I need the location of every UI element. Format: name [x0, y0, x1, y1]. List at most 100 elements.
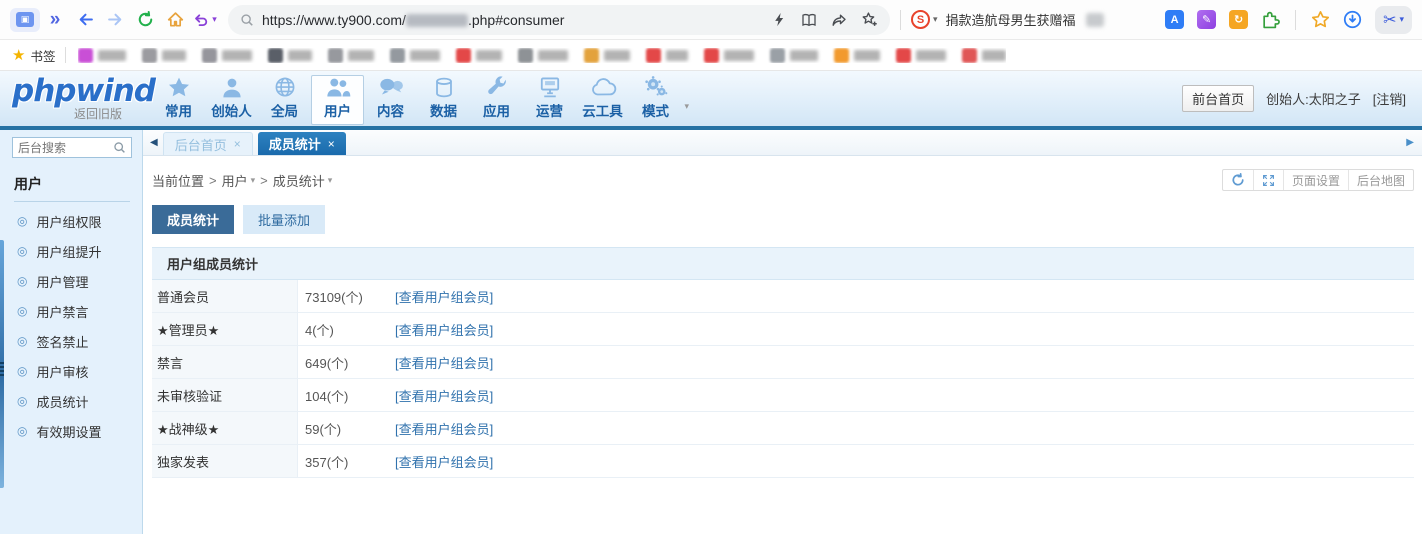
share-icon[interactable]	[831, 12, 847, 28]
folder-sync-extension-icon[interactable]: ↻	[1229, 10, 1248, 29]
admin-nav-item[interactable]: 数据	[417, 75, 470, 125]
forward-button[interactable]	[100, 5, 130, 35]
blurred-bookmark-label	[538, 50, 568, 61]
bookmark-item[interactable]	[202, 48, 252, 63]
tab-close-icon[interactable]: ×	[328, 137, 335, 151]
bookmark-item[interactable]	[770, 48, 818, 63]
bookmark-item[interactable]	[328, 48, 374, 63]
admin-nav-item[interactable]: 常用	[152, 75, 205, 125]
reader-mode-icon[interactable]	[801, 12, 817, 28]
bookmark-item[interactable]	[456, 48, 502, 63]
browser-side-panel-handle[interactable]	[0, 240, 4, 488]
bookmark-item[interactable]	[704, 48, 754, 63]
blurred-bookmark-label	[790, 50, 818, 61]
sidebar-menu-item[interactable]: ◎ 用户组权限	[0, 206, 142, 236]
grip-icon	[0, 362, 4, 378]
view-group-members-link[interactable]: [查看用户组会员]	[395, 379, 493, 411]
refresh-button[interactable]	[130, 5, 160, 35]
home-button[interactable]	[160, 5, 190, 35]
sidebar-menu-item[interactable]: ◎ 用户组提升	[0, 236, 142, 266]
tab-scroll-left-icon[interactable]: ◀	[150, 137, 158, 148]
bookmark-item[interactable]	[962, 48, 1006, 63]
quick-action-bolt-icon[interactable]	[772, 12, 787, 27]
view-group-members-link[interactable]: [查看用户组会员]	[395, 445, 493, 477]
blurred-bookmark-label	[604, 50, 630, 61]
downloads-icon[interactable]	[1343, 10, 1362, 29]
tab-label: 成员统计	[269, 134, 321, 153]
bookmark-item[interactable]	[142, 48, 186, 63]
undo-history-button[interactable]: ▾	[190, 5, 220, 35]
fullscreen-button[interactable]	[1253, 170, 1283, 190]
nav-label: 创始人	[211, 100, 252, 120]
admin-nav-item[interactable]: 模式 ▾	[629, 75, 682, 125]
screenshot-tool-button[interactable]: ✂▾	[1375, 6, 1412, 34]
sidebar-menu-item[interactable]: ◎ 成员统计	[0, 386, 142, 416]
admin-nav-item[interactable]: 应用	[470, 75, 523, 125]
search-input[interactable]	[18, 141, 113, 155]
member-count-cell: 73109(个)	[298, 280, 395, 312]
translate-extension-icon[interactable]: A	[1165, 10, 1184, 29]
admin-nav-item[interactable]: 创始人	[205, 75, 258, 125]
bookmark-item[interactable]	[896, 48, 946, 63]
address-bar[interactable]: https://www.ty900.com/.php#consumer	[228, 5, 890, 35]
view-group-members-link[interactable]: [查看用户组会员]	[395, 280, 493, 312]
breadcrumb-item-member-stats[interactable]: 成员统计▾	[273, 171, 333, 190]
sidebar-item-label: 成员统计	[36, 392, 88, 411]
sidebar-menu-item[interactable]: ◎ 用户审核	[0, 356, 142, 386]
bookmark-item[interactable]	[268, 48, 312, 63]
member-stats-button[interactable]: 成员统计	[152, 205, 234, 234]
sidebar-item-label: 有效期设置	[36, 422, 101, 441]
logout-link[interactable]: [注销]	[1373, 89, 1406, 108]
sidebar-menu-item[interactable]: ◎ 用户禁言	[0, 296, 142, 326]
admin-nav-item[interactable]: 内容	[364, 75, 417, 125]
page-settings-button[interactable]: 页面设置	[1283, 170, 1348, 190]
admin-nav-item[interactable]: 用户	[311, 75, 364, 125]
favorites-star-icon[interactable]	[1311, 10, 1330, 29]
batch-add-button[interactable]: 批量添加	[243, 205, 325, 234]
bookmark-item[interactable]	[834, 48, 880, 63]
front-home-button[interactable]: 前台首页	[1182, 85, 1254, 112]
edit-extension-icon[interactable]: ✎	[1197, 10, 1216, 29]
bookmark-item[interactable]	[78, 48, 126, 63]
group-name-cell: 禁言	[152, 346, 298, 378]
view-group-members-link[interactable]: [查看用户组会员]	[395, 313, 493, 345]
tab-scroll-right-icon[interactable]: ▶	[1406, 137, 1414, 148]
bookmark-favicon	[142, 48, 157, 63]
phpwind-logo[interactable]: phpwind	[12, 76, 152, 107]
browser-app-icon[interactable]: ▣	[10, 8, 40, 32]
content-tab[interactable]: 成员统计 ×	[258, 132, 346, 155]
blurred-bookmark-label	[348, 50, 374, 61]
blurred-bookmark-label	[222, 50, 252, 61]
tab-close-icon[interactable]: ×	[234, 137, 241, 151]
overflow-chevrons-icon[interactable]: »	[40, 5, 70, 35]
view-group-members-link[interactable]: [查看用户组会员]	[395, 346, 493, 378]
sidebar-menu-item[interactable]: ◎ 用户管理	[0, 266, 142, 296]
group-name-cell: 未审核验证	[152, 379, 298, 411]
sidebar-menu-item[interactable]: ◎ 有效期设置	[0, 416, 142, 446]
page-refresh-button[interactable]	[1223, 170, 1253, 190]
bullet-icon: ◎	[17, 305, 27, 317]
bookmark-item[interactable]	[390, 48, 440, 63]
nav-label: 内容	[377, 100, 404, 120]
sidebar-menu-item[interactable]: ◎ 签名禁止	[0, 326, 142, 356]
breadcrumb-item-users[interactable]: 用户▾	[222, 171, 256, 190]
admin-nav-item[interactable]: 运营	[523, 75, 576, 125]
admin-nav-item[interactable]: 全局	[258, 75, 311, 125]
content-tab[interactable]: 后台首页 ×	[163, 132, 253, 155]
backend-search-box[interactable]	[12, 137, 132, 158]
caret-down-icon: ▾	[1399, 14, 1404, 25]
bookmark-item[interactable]	[518, 48, 568, 63]
bookmark-favicon	[584, 48, 599, 63]
back-button[interactable]	[70, 5, 100, 35]
bullet-icon: ◎	[17, 275, 27, 287]
member-stats-table: 用户组成员统计 普通会员 73109(个) [查看用户组会员] ★管理员★ 4(…	[152, 247, 1414, 478]
bookmark-item[interactable]	[646, 48, 688, 63]
backend-map-button[interactable]: 后台地图	[1348, 170, 1413, 190]
view-group-members-link[interactable]: [查看用户组会员]	[395, 412, 493, 444]
bullet-icon: ◎	[17, 335, 27, 347]
news-ticker[interactable]: S ▾ 捐款造航母男生获赠福	[911, 10, 1104, 29]
admin-nav-item[interactable]: 云工具	[576, 75, 629, 125]
extensions-puzzle-icon[interactable]	[1261, 10, 1280, 29]
bookmark-add-icon[interactable]	[861, 11, 878, 28]
bookmark-item[interactable]	[584, 48, 630, 63]
